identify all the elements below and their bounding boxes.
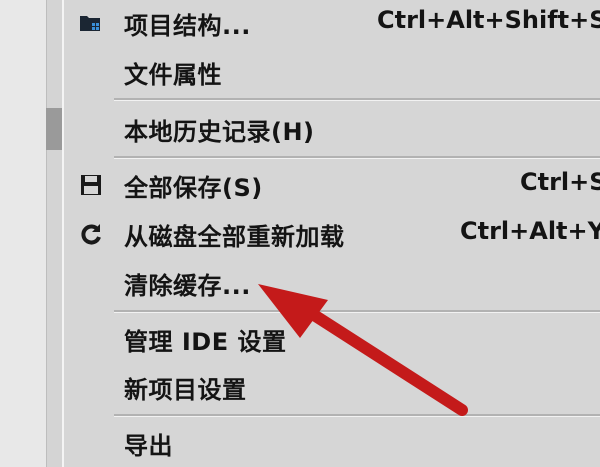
project-structure-icon [78, 10, 104, 36]
menu-item-export[interactable]: 导出 [64, 420, 600, 466]
menu-item-label: 新项目设置 [124, 376, 247, 404]
menu-separator [114, 414, 600, 417]
screenshot-stage: 项目结构... Ctrl+Alt+Shift+S 文件属性 本地历史记录(H) … [0, 0, 600, 467]
file-menu: 项目结构... Ctrl+Alt+Shift+S 文件属性 本地历史记录(H) … [62, 0, 600, 467]
menu-separator [114, 310, 600, 313]
menu-item-project-structure[interactable]: 项目结构... Ctrl+Alt+Shift+S [64, 0, 600, 46]
save-all-icon [78, 172, 104, 198]
menu-item-label: 文件属性 [124, 61, 222, 89]
menu-item-label: 清除缓存... [124, 272, 251, 300]
menu-item-label: 项目结构... [124, 12, 251, 40]
reload-icon [78, 221, 104, 247]
menu-item-file-properties[interactable]: 文件属性 [64, 49, 600, 95]
scrollbar-thumb[interactable] [46, 108, 62, 150]
menu-item-label: 本地历史记录(H) [124, 118, 315, 146]
menu-item-invalidate-caches[interactable]: 清除缓存... [64, 260, 600, 306]
menu-item-shortcut: Ctrl+S [520, 168, 600, 196]
menu-separator [114, 98, 600, 101]
menu-item-label: 从磁盘全部重新加载 [124, 223, 345, 251]
menu-item-label: 导出 [124, 432, 173, 460]
menu-item-reload-from-disk[interactable]: 从磁盘全部重新加载 Ctrl+Alt+Y [64, 211, 600, 257]
menu-separator [114, 156, 600, 159]
menu-item-label: 管理 IDE 设置 [124, 328, 287, 356]
menu-item-new-project-settings[interactable]: 新项目设置 [64, 364, 600, 410]
editor-gutter [0, 0, 47, 467]
menu-item-local-history[interactable]: 本地历史记录(H) [64, 106, 600, 152]
menu-item-save-all[interactable]: 全部保存(S) Ctrl+S [64, 162, 600, 208]
menu-item-label: 全部保存(S) [124, 174, 263, 202]
menu-item-shortcut: Ctrl+Alt+Shift+S [377, 6, 600, 34]
menu-item-manage-ide-settings[interactable]: 管理 IDE 设置 [64, 316, 600, 362]
menu-item-shortcut: Ctrl+Alt+Y [460, 217, 600, 245]
